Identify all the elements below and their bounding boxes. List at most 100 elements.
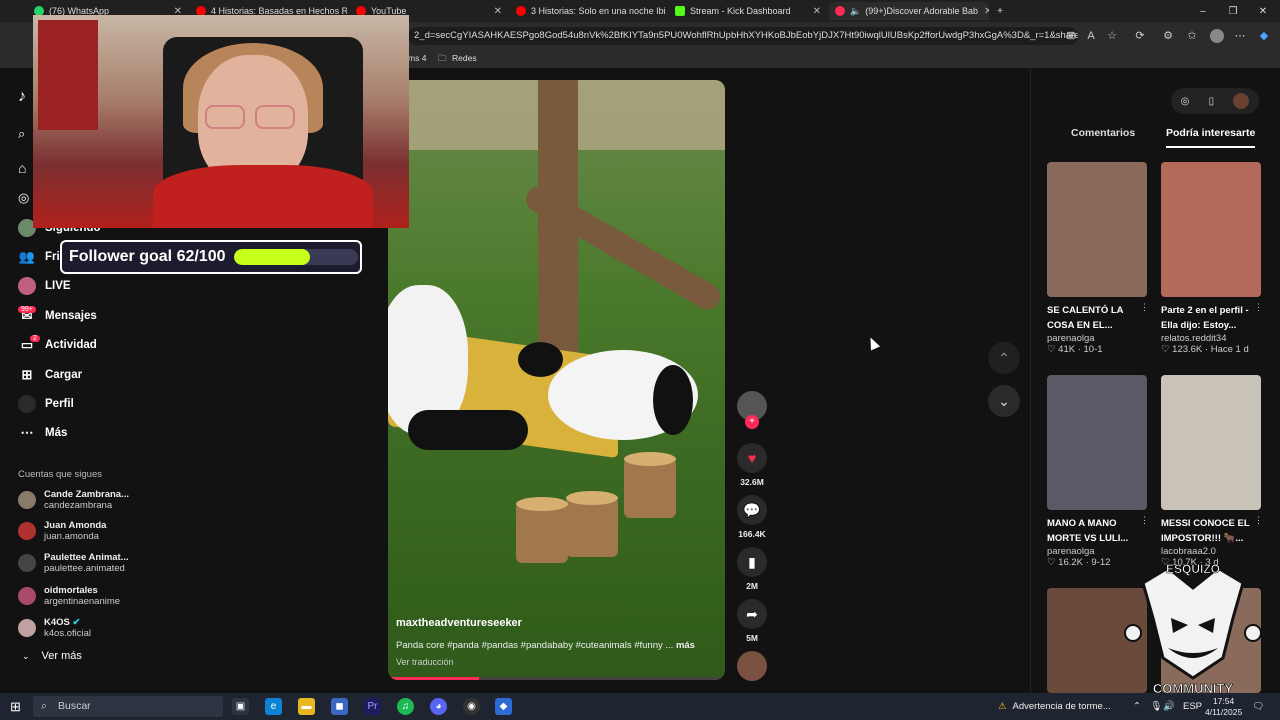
creator-avatar-button[interactable]: + [736, 391, 768, 429]
followed-account[interactable]: Juan Amonda juan.amonda [18, 518, 106, 544]
clock-date: 4/11/2025 [1205, 706, 1243, 717]
edge-icon[interactable]: e [265, 698, 282, 715]
sidebar-item-more[interactable]: ⋯ Más [18, 422, 68, 444]
app-icon[interactable]: ◆ [495, 698, 512, 715]
notifications-icon[interactable]: 🗨 [1252, 693, 1264, 720]
favorite-star-icon[interactable]: ☆ [1106, 30, 1118, 42]
like-button[interactable]: ♥ 32.6M [736, 443, 768, 487]
discord-icon[interactable]: ◕ [430, 698, 447, 715]
video-thumbnail [1047, 162, 1147, 297]
webcam-overlay [33, 15, 409, 228]
device-icon[interactable]: ▯ [1209, 96, 1215, 107]
spotify-icon[interactable]: ♫ [397, 698, 414, 715]
windows-start-icon[interactable]: ⊞ [10, 699, 21, 715]
explore-icon[interactable]: ◎ [1181, 96, 1190, 107]
copilot-icon[interactable]: ◆ [1258, 30, 1270, 42]
chevron-down-icon: ⌄ [22, 650, 30, 661]
more-options-icon[interactable]: ⋮ [1254, 515, 1263, 526]
store-icon[interactable]: ◼ [331, 698, 348, 715]
new-tab-icon[interactable]: + [985, 0, 1015, 22]
app-available-icon[interactable]: ⊞ [1065, 30, 1077, 42]
save-button[interactable]: ▮ 2M [736, 547, 768, 591]
follower-goal-widget: Follower goal 62/100 [60, 240, 362, 274]
more-options-icon[interactable]: ⋮ [1254, 302, 1263, 313]
tab-label: (99+)Discover Adorable Bab [865, 6, 979, 16]
esquizo-community-watermark: ESQUIZO COMMUNITY [1124, 563, 1262, 696]
translate-icon[interactable]: A [1085, 30, 1097, 42]
explore-icon[interactable]: ◎ [18, 190, 29, 206]
more-options-icon[interactable]: ⋮ [1140, 302, 1149, 313]
follow-plus-icon[interactable]: + [745, 415, 759, 429]
search-icon[interactable]: ⌕ [18, 126, 25, 142]
bookmark-folder-redes[interactable]: Redes [452, 53, 477, 63]
followed-account[interactable]: Paulettee Animat... paulettee.animated [18, 550, 129, 576]
avatar[interactable] [1233, 93, 1250, 109]
recommended-card[interactable]: MANO A MANO MORTE VS LULI... parenaolga … [1047, 375, 1149, 568]
comment-button[interactable]: 💬 166.4K [736, 495, 768, 539]
comment-icon: 💬 [737, 495, 767, 525]
close-tab-icon[interactable]: ✕ [807, 6, 821, 17]
file-explorer-icon[interactable]: ▬ [298, 698, 315, 715]
close-tab-icon[interactable]: ✕ [666, 6, 667, 17]
obs-icon[interactable]: ◉ [463, 698, 480, 715]
followed-account[interactable]: oidmortales argentinaenanime [18, 583, 120, 609]
home-icon[interactable]: ⌂ [18, 160, 26, 176]
maximize-icon[interactable]: ❐ [1218, 0, 1248, 22]
video-username[interactable]: maxtheadventureseeker [396, 617, 522, 629]
see-more-button[interactable]: ⌄ Ver más [22, 650, 82, 662]
sidebar-item-profile[interactable]: Perfil [18, 393, 74, 415]
video-thumbnail [1161, 162, 1261, 297]
extensions-icon[interactable]: ⚙ [1162, 30, 1174, 42]
url-field[interactable]: 2_d=secCgYIASAHKAESPgo8God54u8nVk%2BfKIY… [408, 27, 1078, 45]
sidebar-item-live[interactable]: LIVE [18, 275, 71, 297]
tab-comments[interactable]: Comentarios [1071, 126, 1135, 148]
tab-recommended[interactable]: Podría interesarte [1166, 126, 1256, 148]
input-language[interactable]: ESP [1183, 693, 1202, 720]
sidebar-item-friends[interactable]: 👥 Fri [18, 246, 60, 268]
music-disc-button[interactable] [736, 651, 768, 681]
followed-account[interactable]: K4OS ✔ k4os.oficial [18, 615, 91, 641]
video-progress-fill [388, 677, 479, 680]
sidebar-item-label: Actividad [45, 339, 97, 351]
more-options-icon[interactable]: ⋮ [1140, 515, 1149, 526]
weather-widget[interactable]: ⚠ Advertencia de torme... [998, 693, 1111, 720]
microphone-icon[interactable]: 🎙 [1150, 693, 1162, 720]
favorites-icon[interactable]: ✩ [1186, 30, 1198, 42]
volume-icon[interactable]: 🔊 [1163, 693, 1175, 720]
tiktok-logo-icon[interactable]: ♪ [18, 88, 26, 106]
tab-tiktok[interactable]: 🔈 (99+)Discover Adorable Bab ✕ [829, 2, 989, 20]
recommended-card[interactable]: Parte 2 en el perfil - Ella dijo: Estoy.… [1161, 162, 1263, 355]
like-count: 32.6M [740, 477, 764, 487]
taskbar-clock[interactable]: 17:54 4/11/2025 [1205, 693, 1242, 720]
tab-kick[interactable]: Stream - Kick Dashboard ✕ [669, 2, 827, 20]
see-translation-link[interactable]: Ver traducción [396, 657, 454, 667]
tab-historias-2[interactable]: 3 Historias: Solo en una noche Ibi ✕ [510, 2, 667, 20]
card-author: parenaolga [1047, 333, 1095, 344]
follower-goal-bar [233, 249, 358, 265]
share-button[interactable]: ➦ 5M [736, 599, 768, 643]
sidebar-item-upload[interactable]: ⊞ Cargar [18, 364, 83, 386]
see-more-link[interactable]: más [676, 640, 695, 651]
task-view-icon[interactable]: ▣ [232, 698, 249, 715]
account-name: oidmortales [44, 585, 98, 596]
premiere-icon[interactable]: Pr [364, 698, 381, 715]
see-more-label: Ver más [41, 650, 82, 662]
close-window-icon[interactable]: ✕ [1248, 0, 1278, 22]
recommended-card[interactable]: SE CALENTÓ LA COSA EN EL... parenaolga ♡… [1047, 162, 1149, 355]
video-scene-panda-leg [653, 365, 693, 435]
taskbar-search[interactable]: ⌕ Buscar [33, 696, 223, 717]
account-name: Paulettee Animat... [44, 552, 129, 563]
recommended-card[interactable]: MESSI CONOCE EL IMPOSTOR!!! 🐂... lacobra… [1161, 375, 1263, 568]
refresh-icon[interactable]: ⟳ [1134, 30, 1146, 42]
tray-chevron-icon[interactable]: ⌃ [1133, 693, 1141, 720]
previous-video-button[interactable]: ⌃ [988, 342, 1020, 374]
minimize-icon[interactable]: – [1188, 0, 1218, 22]
video-progress-bar[interactable] [388, 677, 725, 680]
followed-account[interactable]: Cande Zambrana... candezambrana [18, 487, 129, 513]
profile-avatar-icon[interactable] [1210, 29, 1224, 43]
close-tab-icon[interactable]: ✕ [488, 6, 502, 17]
video-player[interactable]: maxtheadventureseeker Panda core #panda … [388, 80, 725, 680]
more-menu-icon[interactable]: ⋯ [1234, 30, 1246, 42]
next-video-button[interactable]: ⌄ [988, 385, 1020, 417]
bookmark-item[interactable]: ms 4 [408, 53, 426, 63]
